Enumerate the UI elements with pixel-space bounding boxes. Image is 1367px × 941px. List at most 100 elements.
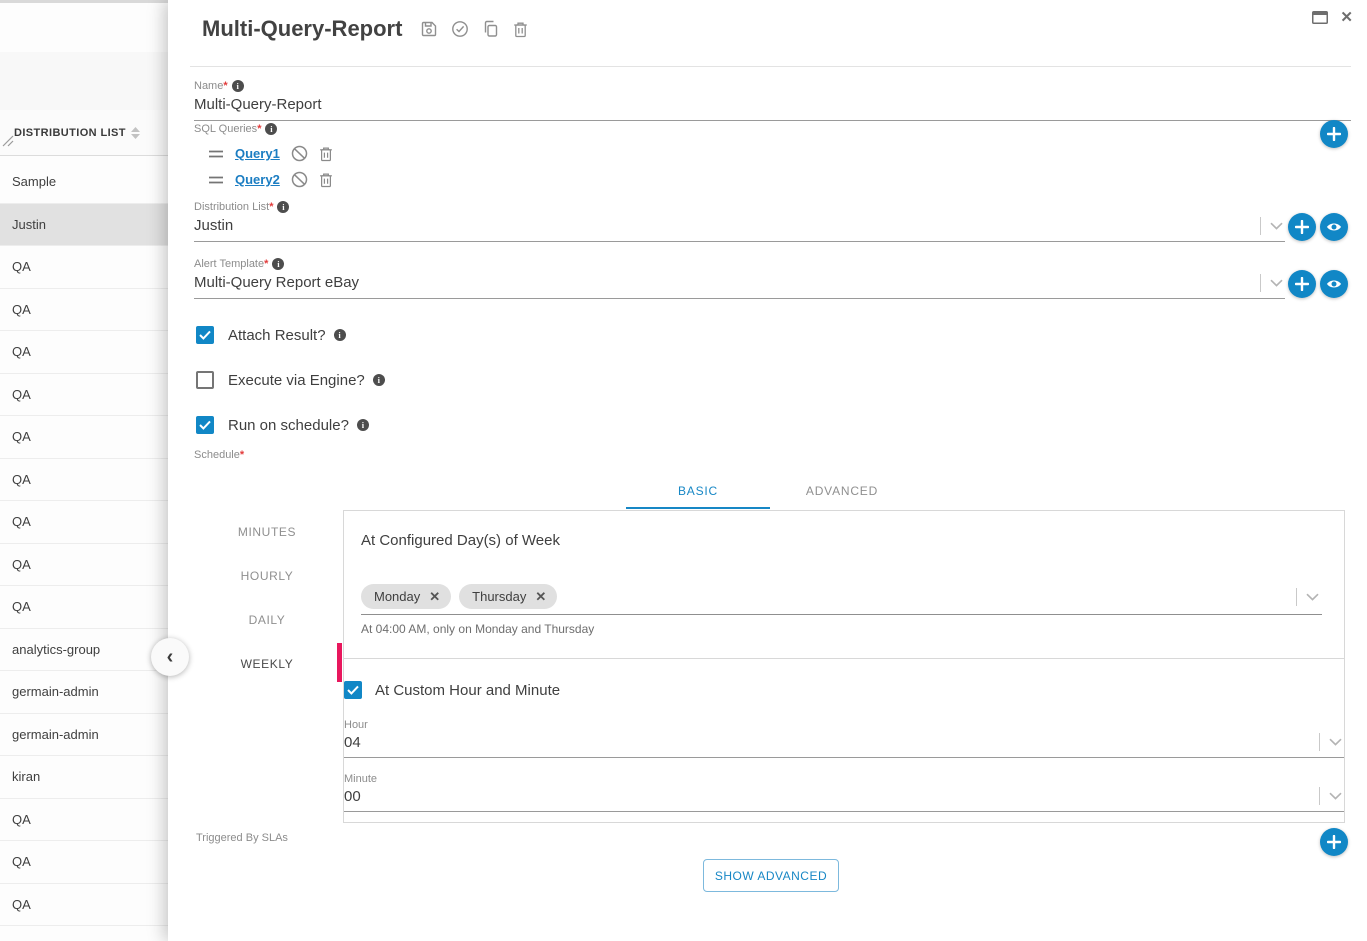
chevron-down-icon[interactable] — [1329, 738, 1342, 746]
table-row-selected[interactable]: Justin — [0, 204, 168, 247]
chevron-down-icon[interactable] — [1329, 792, 1342, 800]
delete-query-icon[interactable] — [319, 172, 333, 188]
save-icon[interactable] — [420, 20, 438, 38]
table-row[interactable]: germain-admin — [0, 714, 168, 757]
table-row[interactable]: QA — [0, 459, 168, 502]
close-icon[interactable]: ✕ — [1340, 10, 1353, 25]
hour-field[interactable]: Hour 04 — [344, 719, 1344, 758]
add-alert-template-button[interactable] — [1288, 270, 1316, 298]
drag-handle-icon[interactable] — [208, 150, 224, 158]
checkbox-checked-icon[interactable] — [196, 416, 214, 434]
execute-via-engine-row[interactable]: Execute via Engine? i — [196, 371, 385, 389]
add-distribution-list-button[interactable] — [1288, 213, 1316, 241]
view-distribution-list-button[interactable] — [1320, 213, 1348, 241]
distribution-list-column-header[interactable]: DISTRIBUTION LIST — [0, 110, 168, 156]
disable-query-icon[interactable] — [291, 145, 308, 162]
info-icon[interactable]: i — [334, 329, 346, 341]
table-row[interactable]: QA — [0, 586, 168, 629]
panel-header: Multi-Query-Report — [202, 16, 528, 42]
divider — [1319, 787, 1320, 805]
table-row[interactable]: analytics-group — [0, 629, 168, 672]
table-row[interactable]: QA — [0, 374, 168, 417]
header-divider — [190, 66, 1351, 67]
checkbox-checked-icon[interactable] — [196, 326, 214, 344]
minute-value[interactable]: 00 — [344, 788, 1344, 805]
table-row[interactable]: germain-admin — [0, 671, 168, 714]
select-adornment — [1319, 733, 1342, 751]
delete-query-icon[interactable] — [319, 146, 333, 162]
chevron-down-icon[interactable] — [1270, 279, 1283, 287]
page-top-strip — [0, 0, 168, 3]
frequency-tabs: MINUTES HOURLY DAILY WEEKLY — [192, 510, 342, 686]
expand-panel-icon[interactable] — [1312, 11, 1328, 24]
hour-value[interactable]: 04 — [344, 734, 1344, 751]
minute-field[interactable]: Minute 00 — [344, 773, 1344, 812]
show-advanced-button[interactable]: SHOW ADVANCED — [703, 859, 839, 892]
table-row[interactable]: QA — [0, 884, 168, 927]
query-row: Query1 — [208, 144, 333, 163]
tab-hourly[interactable]: HOURLY — [192, 554, 342, 598]
check-circle-icon[interactable] — [451, 20, 469, 38]
chevron-down-icon[interactable] — [1270, 222, 1283, 230]
tab-weekly[interactable]: WEEKLY — [192, 642, 342, 686]
query-link[interactable]: Query2 — [235, 172, 280, 187]
view-alert-template-button[interactable] — [1320, 270, 1348, 298]
select-adornment — [1260, 217, 1283, 235]
tab-minutes[interactable]: MINUTES — [192, 510, 342, 554]
table-row[interactable]: QA — [0, 331, 168, 374]
name-value[interactable]: Multi-Query-Report — [194, 96, 1351, 113]
checkbox-checked-icon[interactable] — [344, 681, 362, 699]
active-tab-indicator — [626, 507, 770, 509]
disable-query-icon[interactable] — [291, 171, 308, 188]
triggered-by-slas-label: Triggered By SLAs — [196, 832, 288, 844]
alert-template-field[interactable]: Alert Template* i Multi-Query Report eBa… — [194, 258, 1285, 299]
sort-icon[interactable] — [131, 127, 140, 139]
info-icon[interactable]: i — [357, 419, 369, 431]
table-row[interactable]: QA — [0, 841, 168, 884]
alert-template-value[interactable]: Multi-Query Report eBay — [194, 274, 1285, 291]
days-select-field[interactable]: Monday ✕ Thursday ✕ — [361, 580, 1322, 615]
column-resize-icon[interactable] — [2, 134, 14, 152]
name-field[interactable]: Name* i Multi-Query-Report — [194, 80, 1351, 121]
plus-icon — [1295, 277, 1309, 291]
table-row[interactable]: kiran — [0, 756, 168, 799]
tab-daily[interactable]: DAILY — [192, 598, 342, 642]
attach-result-row[interactable]: Attach Result? i — [196, 326, 346, 344]
add-query-button[interactable] — [1320, 120, 1348, 148]
info-icon[interactable]: i — [277, 201, 289, 213]
table-row[interactable]: QA — [0, 501, 168, 544]
day-chip-label: Thursday — [472, 589, 526, 604]
query-link[interactable]: Query1 — [235, 146, 280, 161]
distribution-list-value[interactable]: Justin — [194, 217, 1285, 234]
title-action-icons — [420, 20, 528, 38]
duplicate-icon[interactable] — [482, 20, 500, 38]
table-row[interactable]: Sample — [0, 161, 168, 204]
info-icon[interactable]: i — [272, 258, 284, 270]
divider — [1296, 588, 1297, 606]
chevron-left-icon: ‹ — [167, 646, 174, 669]
run-on-schedule-row[interactable]: Run on schedule? i — [196, 416, 369, 434]
run-on-schedule-label: Run on schedule? — [228, 417, 349, 434]
table-row[interactable]: QA — [0, 799, 168, 842]
table-row[interactable]: QA — [0, 289, 168, 332]
table-row[interactable]: QA — [0, 246, 168, 289]
collapse-drawer-button[interactable]: ‹ — [151, 638, 189, 676]
schedule-summary: At 04:00 AM, only on Monday and Thursday — [361, 622, 594, 636]
delete-icon[interactable] — [513, 21, 528, 38]
info-icon[interactable]: i — [265, 123, 277, 135]
chevron-down-icon[interactable] — [1306, 593, 1319, 601]
checkbox-unchecked-icon[interactable] — [196, 371, 214, 389]
table-row[interactable]: QA — [0, 416, 168, 459]
remove-day-icon[interactable]: ✕ — [429, 589, 440, 605]
add-sla-button[interactable] — [1320, 828, 1348, 856]
distribution-list-label: Distribution List* i — [194, 201, 1285, 213]
custom-hour-minute-row[interactable]: At Custom Hour and Minute — [344, 681, 560, 699]
info-icon[interactable]: i — [373, 374, 385, 386]
remove-day-icon[interactable]: ✕ — [535, 589, 546, 605]
window-controls: ✕ — [1312, 10, 1353, 25]
drag-handle-icon[interactable] — [208, 176, 224, 184]
tab-advanced[interactable]: ADVANCED — [770, 478, 914, 512]
distribution-list-field[interactable]: Distribution List* i Justin — [194, 201, 1285, 242]
info-icon[interactable]: i — [232, 80, 244, 92]
table-row[interactable]: QA — [0, 544, 168, 587]
